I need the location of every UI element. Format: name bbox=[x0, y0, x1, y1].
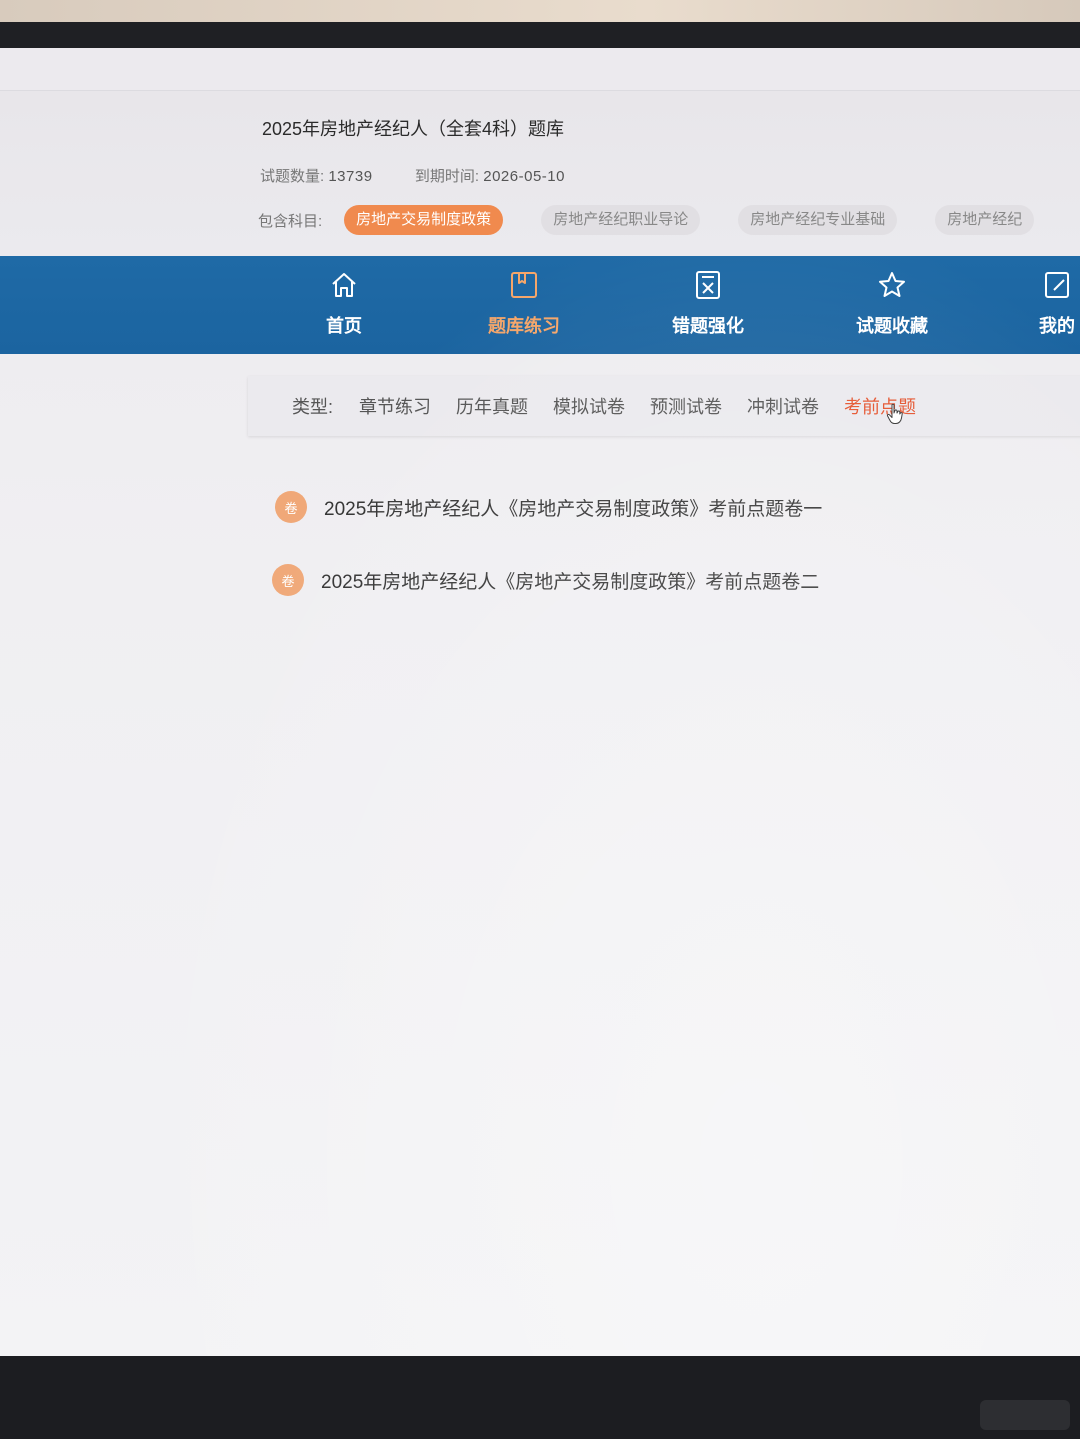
home-icon bbox=[332, 273, 356, 297]
screen: 2025年房地产经纪人（全套4科）题库 试题数量: 13739 到期时间: 20… bbox=[0, 48, 1080, 1358]
bank-header: 2025年房地产经纪人（全套4科）题库 试题数量: 13739 到期时间: 20… bbox=[0, 90, 1080, 257]
star-icon bbox=[879, 272, 905, 297]
question-count-label: 试题数量: bbox=[260, 168, 325, 185]
type-filter-label: 类型: bbox=[292, 397, 334, 417]
watermark-logo bbox=[980, 1400, 1070, 1430]
type-tab-sprint-papers[interactable]: 冲刺试卷 bbox=[747, 393, 819, 419]
nav-label-home: 首页 bbox=[326, 316, 362, 336]
nav-label-practice: 题库练习 bbox=[488, 316, 560, 336]
type-tab-mock-papers[interactable]: 模拟试卷 bbox=[553, 393, 625, 419]
nav-item-mine[interactable]: 我的 bbox=[992, 256, 1080, 354]
nav-item-favorites[interactable]: 试题收藏 bbox=[827, 256, 957, 354]
subject-chip-policy[interactable]: 房地产交易制度政策 bbox=[344, 205, 504, 235]
expiry-label: 到期时间: bbox=[414, 168, 480, 185]
nav-item-home[interactable]: 首页 bbox=[279, 256, 409, 354]
paper-badge-icon: 卷 bbox=[272, 564, 304, 596]
book-icon bbox=[511, 272, 537, 298]
background-desk bbox=[0, 0, 1080, 22]
paper-item-1[interactable]: 卷 2025年房地产经纪人《房地产交易制度政策》考前点题卷一 bbox=[275, 491, 822, 523]
nav-item-wrong-questions[interactable]: 错题强化 bbox=[643, 256, 773, 354]
subject-chip-professional-basics[interactable]: 房地产经纪专业基础 bbox=[738, 205, 898, 235]
type-tab-pre-exam-tips[interactable]: 考前点题 bbox=[844, 393, 917, 424]
expiry-value: 2026-05-10 bbox=[483, 168, 565, 185]
subject-chip-practice[interactable]: 房地产经纪 bbox=[935, 205, 1035, 235]
main-nav: 首页 题库练习 错题强化 试题收藏 我的 bbox=[0, 256, 1080, 354]
paper-badge-icon: 卷 bbox=[275, 491, 307, 523]
nav-label-wrong-questions: 错题强化 bbox=[672, 316, 744, 336]
monitor-bezel-bottom bbox=[0, 1356, 1080, 1439]
type-tab-chapter-practice[interactable]: 章节练习 bbox=[359, 393, 431, 419]
paper-item-2[interactable]: 卷 2025年房地产经纪人《房地产交易制度政策》考前点题卷二 bbox=[272, 564, 819, 596]
subjects-label: 包含科目: bbox=[258, 212, 323, 230]
hand-cursor-icon bbox=[886, 403, 903, 424]
subjects-row: 包含科目: 房地产交易制度政策 房地产经纪职业导论 房地产经纪专业基础 房地产经… bbox=[258, 203, 1072, 237]
question-count-value: 13739 bbox=[328, 168, 373, 185]
monitor-bezel-top bbox=[0, 22, 1080, 50]
subject-chip-career-intro[interactable]: 房地产经纪职业导论 bbox=[541, 205, 701, 235]
edit-icon bbox=[1045, 272, 1069, 298]
type-tab-past-exams[interactable]: 历年真题 bbox=[456, 393, 528, 419]
nav-item-practice[interactable]: 题库练习 bbox=[459, 256, 589, 354]
bank-meta: 试题数量: 13739 到期时间: 2026-05-10 bbox=[260, 165, 565, 186]
type-filter-bar: 类型: 章节练习 历年真题 模拟试卷 预测试卷 冲刺试卷 考前点题 bbox=[248, 376, 1080, 436]
paper-title: 2025年房地产经纪人《房地产交易制度政策》考前点题卷一 bbox=[324, 498, 823, 520]
page-title: 2025年房地产经纪人（全套4科）题库 bbox=[262, 119, 565, 139]
wrong-question-icon bbox=[696, 271, 720, 299]
paper-title: 2025年房地产经纪人《房地产交易制度政策》考前点题卷二 bbox=[321, 571, 820, 593]
type-tab-pre-exam-tips-label: 考前点题 bbox=[844, 397, 917, 417]
type-tab-forecast-papers[interactable]: 预测试卷 bbox=[650, 393, 722, 419]
nav-label-mine: 我的 bbox=[1039, 316, 1075, 336]
nav-label-favorites: 试题收藏 bbox=[856, 316, 928, 336]
